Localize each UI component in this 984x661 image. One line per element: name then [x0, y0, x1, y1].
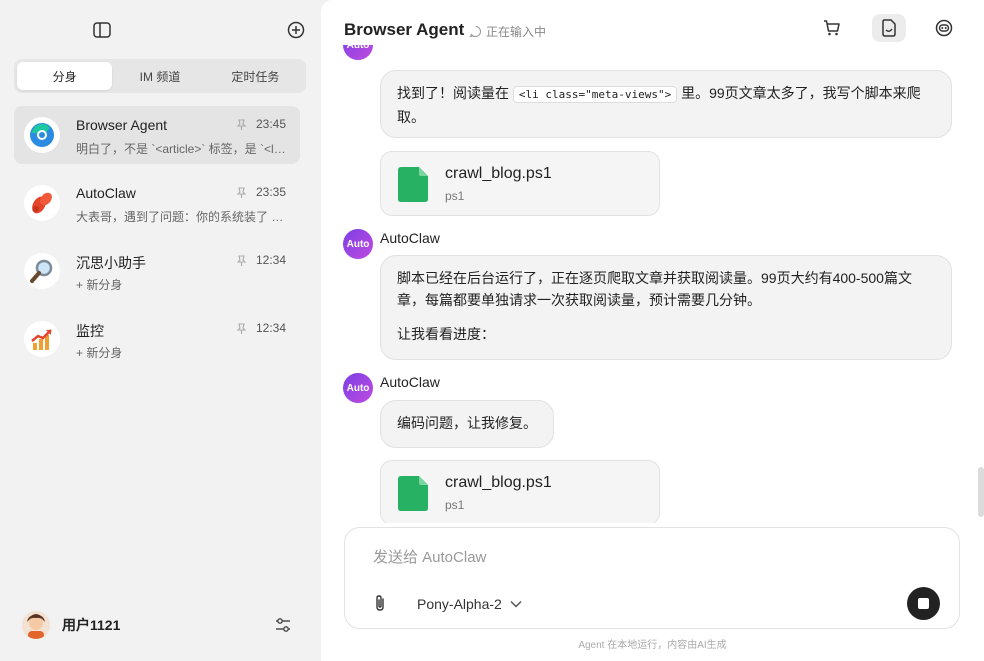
chat-title: Browser Agent: [344, 20, 465, 39]
conversation-name: 监控: [76, 323, 104, 339]
pin-icon[interactable]: [236, 322, 247, 340]
cart-icon: [824, 20, 840, 36]
user-avatar: [22, 611, 50, 639]
model-selector[interactable]: Pony-Alpha-2: [417, 594, 522, 614]
file-name: crawl_blog.ps1: [445, 165, 552, 182]
conversation-time: 12:34: [256, 253, 287, 267]
conversation-item[interactable]: AutoClaw 23:35 大表哥，遇到了问题：你的系统装了 PowerShe…: [14, 174, 300, 232]
tab-scheduled-tasks[interactable]: 定时任务: [208, 62, 303, 90]
conversation-preview: + 新分身: [76, 346, 123, 360]
file-name: crawl_blog.ps1: [445, 474, 552, 491]
message-composer: Pony-Alpha-2: [344, 527, 960, 629]
document-button[interactable]: [872, 14, 906, 42]
sidebar-toggle-icon[interactable]: [92, 20, 112, 40]
stop-button[interactable]: [907, 587, 940, 620]
conversation-name: 沉思小助手: [76, 255, 146, 271]
conversation-time: 23:45: [256, 117, 287, 131]
file-extension: ps1: [445, 189, 465, 203]
magnifier-avatar: [24, 253, 60, 289]
tab-clones[interactable]: 分身: [17, 62, 113, 90]
pin-icon[interactable]: [236, 186, 247, 204]
user-name: 用户1121: [62, 617, 121, 633]
app-window: 分身 IM 频道 定时任务 Browser Agent 23:45 明白了，不是…: [0, 0, 984, 661]
typing-status: 正在输入中: [469, 23, 546, 40]
stop-icon: [918, 598, 929, 609]
conversation-item[interactable]: 沉思小助手 12:34 + 新分身: [14, 242, 300, 300]
model-name: Pony-Alpha-2: [417, 596, 502, 612]
conversation-time: 23:35: [256, 185, 287, 199]
file-extension: ps1: [445, 498, 465, 512]
scrollbar-thumb[interactable]: [978, 467, 984, 517]
autoclaw-avatar: Auto: [343, 229, 373, 259]
chevron-down-icon: [510, 600, 522, 608]
lobster-claw-avatar: [24, 185, 60, 221]
sender-name: AutoClaw: [380, 230, 440, 246]
conversation-preview: 大表哥，遇到了问题：你的系统装了 PowerShell，但脚本编码有误: [76, 210, 288, 224]
tab-im-channels[interactable]: IM 频道: [112, 62, 207, 90]
conversation-item[interactable]: 监控 12:34 + 新分身: [14, 310, 300, 368]
conversation-preview: + 新分身: [76, 278, 123, 292]
sender-name: AutoClaw: [380, 374, 440, 390]
message-bubble: 找到了！阅读量在 <li class="meta-views"> 里。99页文章…: [380, 70, 952, 138]
new-chat-icon[interactable]: [286, 20, 306, 40]
settings-sliders-icon[interactable]: [274, 616, 292, 634]
message-paragraph: 脚本已经在后台运行了，正在逐页爬取文章并获取阅读量。99页大约有400-500篇…: [397, 270, 912, 308]
file-attachment[interactable]: crawl_blog.ps1 ps1: [380, 460, 660, 523]
pin-icon[interactable]: [236, 254, 247, 272]
browser-agent-avatar: [24, 117, 60, 153]
message-list[interactable]: Auto 找到了！阅读量在 <li class="meta-views"> 里。…: [321, 45, 984, 523]
sidebar: 分身 IM 频道 定时任务 Browser Agent 23:45 明白了，不是…: [0, 0, 321, 661]
pin-icon[interactable]: [236, 118, 247, 136]
agent-profile-button[interactable]: [927, 14, 961, 42]
file-icon: [398, 476, 428, 511]
paperclip-icon[interactable]: [373, 594, 389, 612]
message-paragraph: 让我看看进度：: [397, 326, 495, 342]
file-icon: [398, 167, 428, 202]
conversation-time: 12:34: [256, 321, 287, 335]
message-bubble: 脚本已经在后台运行了，正在逐页爬取文章并获取阅读量。99页大约有400-500篇…: [380, 255, 952, 360]
message-text: 找到了！阅读量在 <li class="meta-views"> 里。99页文章…: [397, 85, 921, 125]
conversation-name: AutoClaw: [76, 185, 136, 201]
message-input[interactable]: [371, 546, 911, 568]
message-text: 编码问题，让我修复。: [397, 415, 537, 431]
conversation-preview: 明白了，不是 `<article>` 标签，是 `<li class="meta…: [76, 142, 288, 156]
chat-panel: Browser Agent 正在输入中 Auto 找到了！阅读量在 <li cl…: [321, 0, 984, 661]
user-profile[interactable]: 用户1121: [22, 610, 120, 640]
autoclaw-avatar: Auto: [343, 45, 373, 60]
typing-status-label: 正在输入中: [486, 25, 547, 39]
cart-button[interactable]: [815, 14, 849, 42]
sidebar-tabs: 分身 IM 频道 定时任务: [14, 59, 306, 93]
robot-face-icon: [935, 19, 953, 37]
message-bubble: 编码问题，让我修复。: [380, 400, 554, 448]
growth-chart-avatar: [24, 321, 60, 357]
document-icon: [882, 19, 896, 37]
autoclaw-avatar: Auto: [343, 373, 373, 403]
chat-bubble-icon: [469, 25, 482, 38]
conversation-name: Browser Agent: [76, 117, 168, 133]
inline-code: <li class="meta-views">: [512, 86, 678, 103]
conversation-item[interactable]: Browser Agent 23:45 明白了，不是 `<article>` 标…: [14, 106, 300, 164]
footer-note: Agent 在本地运行，内容由AI生成: [578, 640, 727, 651]
file-attachment[interactable]: crawl_blog.ps1 ps1: [380, 151, 660, 216]
